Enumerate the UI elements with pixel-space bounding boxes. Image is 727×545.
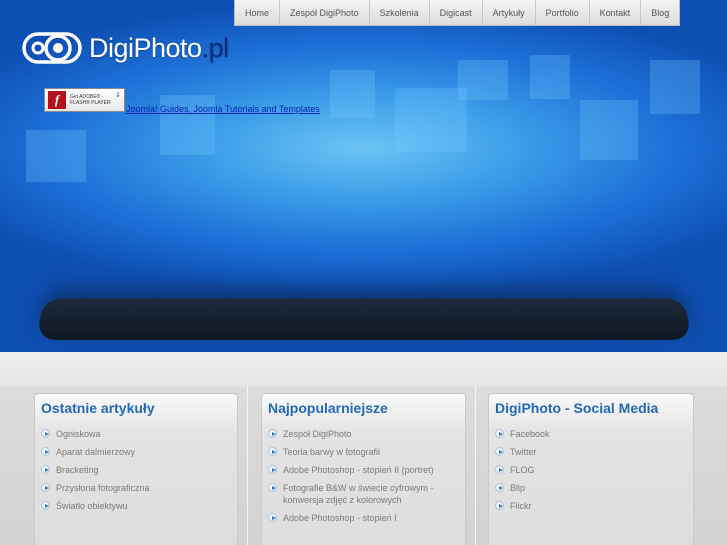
list-item[interactable]: Światło obiektywu: [41, 500, 237, 512]
nav-blog[interactable]: Blog: [641, 0, 679, 25]
panel-title: Ostatnie artykuły: [35, 394, 237, 420]
list-item[interactable]: Teoria barwy w fotografii: [268, 446, 465, 458]
camera-lens-icon: [22, 30, 84, 66]
nav-zespol[interactable]: Zespół DigiPhoto: [280, 0, 370, 25]
download-arrow-icon: ⇓: [115, 91, 121, 99]
arrow-bullet-icon: [268, 483, 277, 492]
list-item[interactable]: Blip: [495, 482, 693, 494]
flash-line-2: FLASH® PLAYER: [70, 100, 111, 106]
decor-square: [395, 88, 467, 152]
arrow-bullet-icon: [41, 501, 50, 510]
nav-home[interactable]: Home: [235, 0, 280, 25]
list-item[interactable]: Adobe Photoshop - stopień I: [268, 512, 465, 524]
arrow-bullet-icon: [495, 447, 504, 456]
panel-recent-articles: Ostatnie artykuły Ogniskowa Aparat dalmi…: [34, 393, 238, 545]
decor-square: [580, 100, 638, 160]
top-navigation: Home Zespół DigiPhoto Szkolenia Digicast…: [234, 0, 680, 26]
panel-title: DigiPhoto - Social Media: [489, 394, 693, 420]
hero-shadow-bar: [37, 298, 691, 340]
list-item[interactable]: Fotografie B&W w świecie cyfrowym - konw…: [268, 482, 465, 506]
arrow-bullet-icon: [41, 429, 50, 438]
list-item[interactable]: Adobe Photoshop - stopień II (portret): [268, 464, 465, 476]
nav-szkolenia[interactable]: Szkolenia: [370, 0, 430, 25]
nav-kontakt[interactable]: Kontakt: [590, 0, 642, 25]
list-item[interactable]: Zespół DigiPhoto: [268, 428, 465, 440]
list-item[interactable]: Ogniskowa: [41, 428, 237, 440]
logo-text: DigiPhoto.pl: [89, 33, 229, 64]
arrow-bullet-icon: [268, 465, 277, 474]
flash-player-icon: f: [48, 91, 66, 109]
nav-artykuly[interactable]: Artykuły: [483, 0, 536, 25]
nav-digicast[interactable]: Digicast: [430, 0, 483, 25]
get-flash-player-button[interactable]: f Get ADOBE® FLASH® PLAYER ⇓: [44, 88, 125, 112]
arrow-bullet-icon: [268, 447, 277, 456]
arrow-bullet-icon: [495, 429, 504, 438]
arrow-bullet-icon: [268, 429, 277, 438]
list-item[interactable]: Flickr: [495, 500, 693, 512]
decor-square: [650, 60, 700, 114]
list-item[interactable]: FLOG: [495, 464, 693, 476]
panel-title: Najpopularniejsze: [262, 394, 465, 420]
arrow-bullet-icon: [495, 501, 504, 510]
panel-social-media: DigiPhoto - Social Media Facebook Twitte…: [488, 393, 694, 545]
column-divider: [475, 386, 476, 545]
arrow-bullet-icon: [41, 447, 50, 456]
list-item[interactable]: Twitter: [495, 446, 693, 458]
arrow-bullet-icon: [495, 483, 504, 492]
joomla-link[interactable]: Joomla! Guides, Joomla Tutorials and Tem…: [126, 104, 320, 114]
decor-square: [458, 60, 508, 100]
arrow-bullet-icon: [41, 465, 50, 474]
column-divider: [247, 386, 248, 545]
arrow-bullet-icon: [268, 513, 277, 522]
list-item[interactable]: Bracketing: [41, 464, 237, 476]
list-item[interactable]: Przysłona fotograficzna: [41, 482, 237, 494]
list-item[interactable]: Facebook: [495, 428, 693, 440]
list-item[interactable]: Aparat dalmierzowy: [41, 446, 237, 458]
decor-square: [330, 70, 375, 118]
nav-portfolio[interactable]: Portfolio: [536, 0, 590, 25]
decor-square: [530, 55, 570, 99]
decor-square: [26, 130, 86, 182]
arrow-bullet-icon: [495, 465, 504, 474]
flash-button-text: Get ADOBE® FLASH® PLAYER: [70, 94, 111, 106]
site-logo[interactable]: DigiPhoto.pl: [22, 30, 229, 66]
arrow-bullet-icon: [41, 483, 50, 492]
panel-most-popular: Najpopularniejsze Zespół DigiPhoto Teori…: [261, 393, 466, 545]
